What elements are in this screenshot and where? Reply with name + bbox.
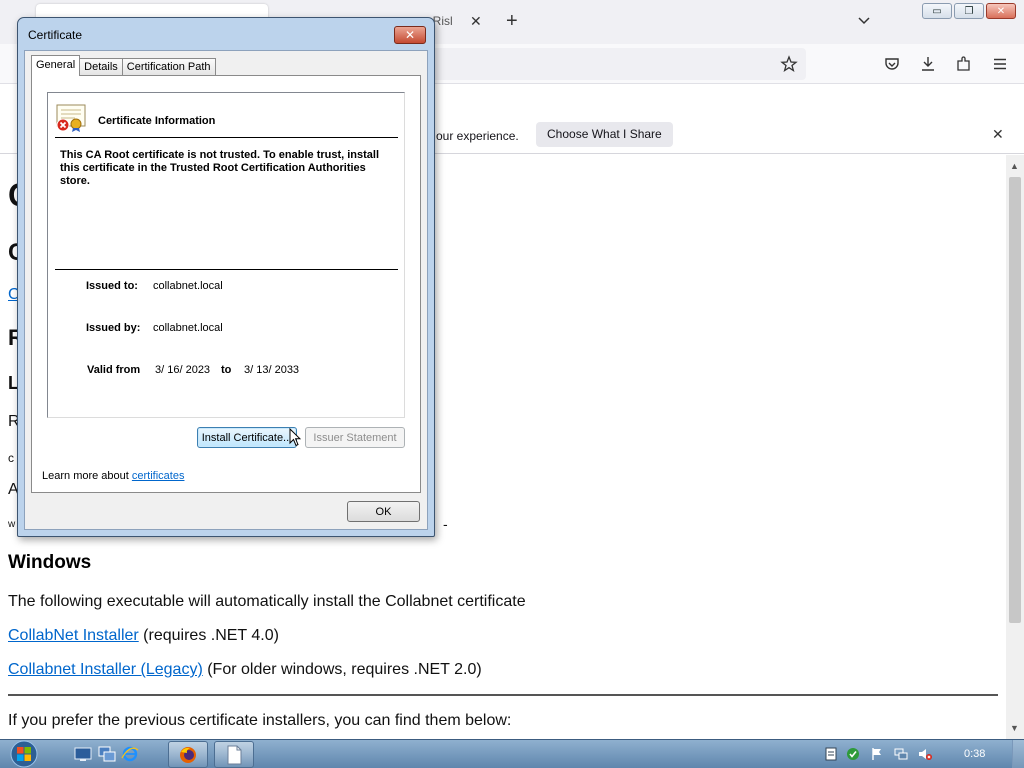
general-tab-panel: Certificate Information This CA Root cer… (31, 75, 421, 493)
installer-note: (requires .NET 4.0) (138, 627, 279, 644)
close-window-button[interactable]: ✕ (986, 3, 1016, 19)
minimize-button[interactable]: ▭ (922, 3, 952, 19)
divider (55, 269, 398, 270)
valid-from-label: Valid from (87, 364, 141, 376)
firefox-icon (180, 746, 196, 763)
start-button[interactable] (8, 739, 40, 768)
valid-to-value: 3/ 13/ 2033 (244, 364, 300, 376)
installer-line: CollabNet Installer (requires .NET 4.0) (8, 627, 279, 645)
certificates-link[interactable]: certificates (132, 470, 185, 482)
notification-text: our experience. (436, 129, 519, 143)
new-tab-icon[interactable]: + (506, 10, 518, 33)
restore-button[interactable]: ❐ (954, 3, 984, 19)
windows-taskbar: 0:38 (0, 739, 1024, 768)
taskbar-document[interactable] (214, 741, 254, 768)
network-tray-icon[interactable] (894, 747, 908, 761)
certificate-info-box: Certificate Information This CA Root cer… (47, 92, 405, 418)
ok-button[interactable]: OK (347, 501, 420, 522)
choose-what-i-share-button[interactable]: Choose What I Share (536, 122, 673, 147)
action-center-flag-icon[interactable] (870, 747, 884, 761)
address-bar[interactable] (430, 48, 806, 80)
divider (55, 137, 398, 138)
dash-text: - (443, 516, 448, 532)
menu-icon[interactable] (991, 55, 1009, 73)
valid-from-value: 3/ 16/ 2023 (155, 364, 211, 376)
certificate-info-title: Certificate Information (98, 115, 216, 127)
issuer-statement-button[interactable]: Issuer Statement (305, 427, 405, 448)
issued-by-label: Issued by: (86, 322, 141, 334)
dialog-title: Certificate (28, 28, 83, 42)
intro-text: The following executable will automatica… (8, 593, 526, 610)
taskbar-firefox[interactable] (168, 741, 208, 768)
dialog-tabs: General Details Certification Path (31, 55, 216, 76)
issued-to-value: collabnet.local (153, 280, 223, 292)
pocket-icon[interactable] (883, 55, 901, 73)
clipboard-tray-icon[interactable] (824, 747, 838, 761)
vertical-scrollbar[interactable]: ▲ ▼ (1006, 155, 1024, 739)
learn-more-text: Learn more about certificates (42, 470, 184, 482)
certificate-dialog: Certificate ✕ General Details Certificat… (17, 17, 435, 537)
document-icon (227, 745, 242, 764)
install-certificate-button[interactable]: Install Certificate... (197, 427, 297, 448)
collabnet-installer-link[interactable]: CollabNet Installer (8, 627, 139, 644)
download-icon[interactable] (919, 55, 937, 73)
divider (8, 694, 998, 696)
close-icon[interactable]: ✕ (992, 126, 1004, 143)
legacy-note: (For older windows, requires .NET 2.0) (202, 661, 482, 678)
show-desktop-button[interactable] (1012, 740, 1024, 768)
dialog-body: General Details Certification Path Certi… (24, 50, 428, 530)
tab-certification-path[interactable]: Certification Path (121, 58, 216, 76)
security-tray-icon[interactable] (846, 747, 860, 761)
switch-windows-icon[interactable] (98, 746, 116, 762)
certificate-warning-icon (56, 104, 86, 132)
previous-installers-text: If you prefer the previous certificate i… (8, 712, 512, 729)
scroll-down-icon[interactable]: ▼ (1010, 723, 1019, 733)
extensions-icon[interactable] (955, 55, 973, 73)
valid-to-label: to (221, 364, 232, 376)
volume-muted-icon[interactable] (918, 747, 932, 761)
tab-details[interactable]: Details (79, 58, 123, 76)
chevron-down-icon[interactable] (856, 12, 872, 28)
collabnet-legacy-installer-link[interactable]: Collabnet Installer (Legacy) (8, 661, 203, 678)
window-controls: ▭ ❐ ✕ (922, 3, 1016, 19)
bookmark-star-icon[interactable] (780, 55, 798, 73)
issued-by-value: collabnet.local (153, 322, 223, 334)
trust-warning-text: This CA Root certificate is not trusted.… (60, 149, 380, 187)
learn-more-label: Learn more about (42, 470, 132, 482)
legacy-installer-line: Collabnet Installer (Legacy) (For older … (8, 661, 482, 679)
issued-to-label: Issued to: (86, 280, 138, 292)
text-fragment: c (8, 451, 14, 465)
show-desktop-quicklaunch-icon[interactable] (74, 746, 92, 762)
dialog-close-button[interactable]: ✕ (394, 26, 426, 44)
mouse-cursor-icon (289, 428, 301, 447)
text-fragment: w (8, 519, 16, 530)
scrollbar-thumb[interactable] (1009, 177, 1021, 623)
tab-close-icon[interactable]: ✕ (470, 13, 482, 30)
tab-general[interactable]: General (31, 55, 81, 76)
internet-explorer-icon[interactable] (121, 746, 139, 762)
system-clock[interactable]: 0:38 (964, 748, 985, 760)
windows-heading: Windows (8, 552, 92, 573)
scroll-up-icon[interactable]: ▲ (1010, 161, 1019, 171)
